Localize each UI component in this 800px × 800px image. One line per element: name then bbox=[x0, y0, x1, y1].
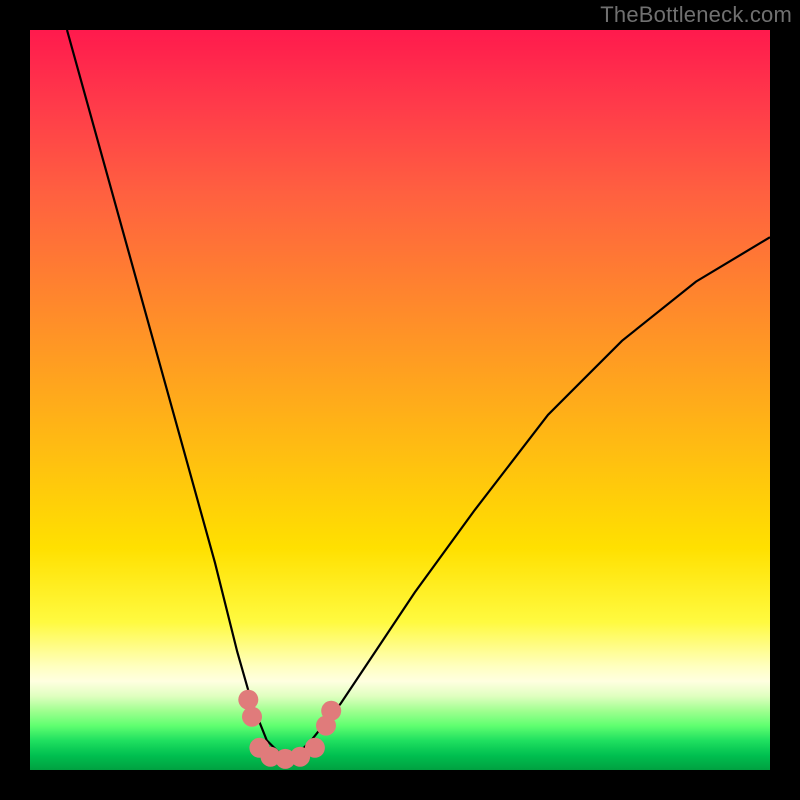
curve-markers bbox=[238, 690, 341, 769]
marker-dot bbox=[321, 701, 341, 721]
curve-path bbox=[67, 30, 770, 755]
watermark-text: TheBottleneck.com bbox=[600, 2, 792, 28]
marker-dot bbox=[305, 738, 325, 758]
chart-frame: TheBottleneck.com bbox=[0, 0, 800, 800]
plot-area bbox=[30, 30, 770, 770]
bottleneck-curve bbox=[30, 30, 770, 770]
marker-dot bbox=[238, 690, 258, 710]
marker-dot bbox=[242, 707, 262, 727]
